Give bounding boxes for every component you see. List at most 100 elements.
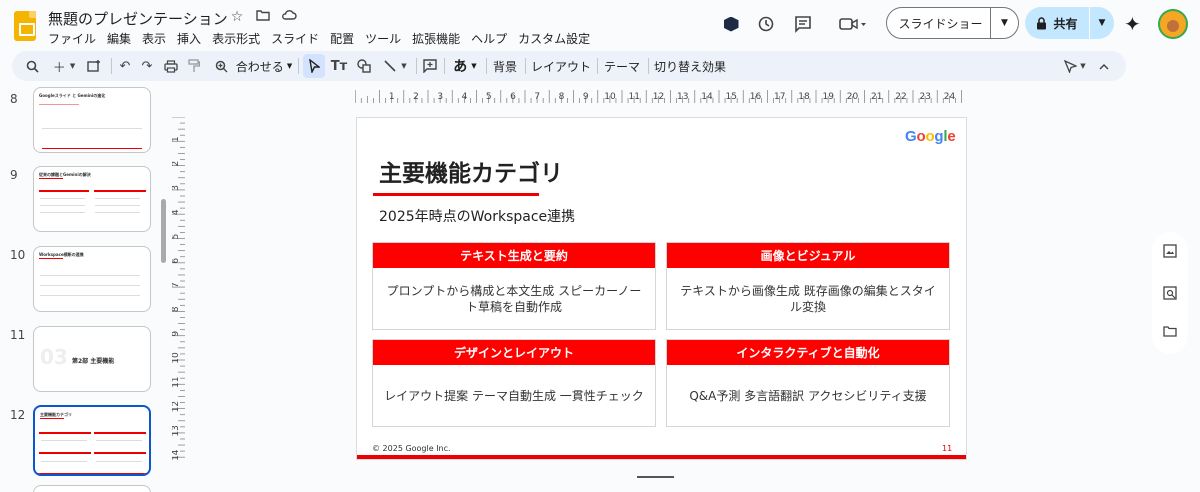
vertical-ruler[interactable]: 1234567891011121314	[172, 117, 185, 462]
filmstrip-scrollbar[interactable]	[161, 199, 166, 263]
ruler-label: 16	[750, 92, 762, 102]
speaker-notes-resize-handle[interactable]	[637, 476, 674, 478]
slide-thumbnail-11[interactable]: 03 第2部 主要機能	[33, 326, 151, 392]
line-tool-icon[interactable]: ▼	[379, 51, 411, 81]
move-folder-icon[interactable]	[255, 9, 271, 25]
ruler-label: 10	[604, 92, 616, 102]
ruler-label: 6	[510, 92, 516, 102]
slide-number: 12	[10, 408, 26, 422]
zoom-select[interactable]: 合わせる ▼	[235, 51, 293, 81]
thumb-section-number: 03	[40, 345, 68, 369]
collapse-toolbar-chevron-icon[interactable]	[1094, 51, 1114, 81]
theme-button[interactable]: テーマ	[602, 51, 642, 81]
toolbar-divider	[597, 58, 598, 74]
menu-arrange[interactable]: 配置	[330, 30, 354, 47]
horizontal-ruler[interactable]: 1234567891011121314151617181920212223242…	[355, 90, 967, 103]
redo-icon[interactable]: ↷	[138, 51, 156, 81]
slide-number: 10	[10, 248, 26, 262]
ruler-label: 3	[172, 185, 181, 191]
ruler-label: 8	[172, 306, 181, 312]
menu-edit[interactable]: 編集	[107, 30, 131, 47]
menu-bar: ファイル 編集 表示 挿入 表示形式 スライド 配置 ツール 拡張機能 ヘルプ …	[48, 30, 590, 47]
background-button[interactable]: 背景	[490, 51, 520, 81]
menu-help[interactable]: ヘルプ	[471, 30, 507, 47]
ruler-label: 24	[944, 92, 956, 102]
ruler-label: 7	[534, 92, 540, 102]
search-menus-icon[interactable]	[22, 51, 42, 81]
feature-card[interactable]: テキスト生成と要約 プロンプトから構成と本文生成 スピーカーノート草稿を自動作成	[372, 242, 656, 330]
ruler-label: 9	[583, 92, 589, 102]
slide-subtitle[interactable]: 2025年時点のWorkspace連携	[379, 206, 575, 226]
card-body: プロンプトから構成と本文生成 スピーカーノート草稿を自動作成	[386, 283, 642, 314]
toolbar-divider	[416, 58, 417, 74]
undo-icon[interactable]: ↶	[116, 51, 134, 81]
new-slide-layout-icon[interactable]	[84, 51, 104, 81]
google-logo: Google	[905, 128, 956, 145]
menu-insert[interactable]: 挿入	[177, 30, 201, 47]
menu-tools[interactable]: ツール	[365, 30, 401, 47]
transition-button[interactable]: 切り替え効果	[653, 51, 727, 81]
card-header: インタラクティブと自動化	[667, 340, 949, 365]
slide-canvas[interactable]: Google 主要機能カテゴリ 2025年時点のWorkspace連携 テキスト…	[356, 117, 967, 460]
cloud-status-icon[interactable]	[281, 9, 297, 25]
menu-slide[interactable]: スライド	[271, 30, 319, 47]
ruler-label: 2	[413, 92, 419, 102]
slide-thumbnail-9[interactable]: 従来の課題とGeminiの解決	[33, 166, 151, 232]
ruler-label: 8	[559, 92, 565, 102]
feature-card[interactable]: インタラクティブと自動化 Q&A予測 多言語翻訳 アクセシビリティ支援	[666, 339, 950, 427]
menu-custom-settings[interactable]: カスタム設定	[518, 30, 590, 47]
card-body: Q&A予測 多言語翻訳 アクセシビリティ支援	[689, 388, 927, 403]
share-main[interactable]: 共有	[1025, 15, 1089, 32]
text-box-icon[interactable]: Tт	[329, 51, 349, 81]
slideshow-label[interactable]: スライドショー	[887, 15, 990, 32]
share-dropdown-chevron-icon[interactable]: ▼	[1090, 18, 1114, 28]
feature-card[interactable]: デザインとレイアウト レイアウト提案 テーマ自動生成 一貫性チェック	[372, 339, 656, 427]
pen-mode-icon[interactable]: ▼	[1060, 51, 1090, 81]
slide-filmstrip: 8 Googleスライド と Geminiの進化 9 従来の課題とGeminiの…	[0, 85, 168, 492]
paint-format-icon[interactable]	[185, 51, 203, 81]
slideshow-dropdown-chevron-icon[interactable]: ▼	[991, 18, 1018, 28]
slide-thumbnail-8[interactable]: Googleスライド と Geminiの進化	[33, 87, 151, 153]
ruler-label: 13	[677, 92, 688, 102]
menu-view[interactable]: 表示	[142, 30, 166, 47]
image-search-icon[interactable]	[1163, 286, 1177, 300]
version-history-icon[interactable]	[756, 14, 776, 34]
slideshow-button[interactable]: スライドショー ▼	[886, 7, 1019, 39]
new-slide-plus-icon[interactable]: ＋ ▼	[49, 51, 79, 81]
menu-format[interactable]: 表示形式	[212, 30, 260, 47]
share-button[interactable]: 共有 ▼	[1025, 7, 1114, 39]
slide-thumbnail-12[interactable]: 主要機能カテゴリ	[33, 405, 151, 476]
comments-icon[interactable]	[793, 14, 813, 34]
insert-comment-icon[interactable]	[420, 51, 440, 81]
ruler-label: 12	[172, 401, 181, 412]
meet-video-icon[interactable]	[838, 14, 868, 34]
slides-logo-icon[interactable]	[14, 11, 36, 41]
layout-button[interactable]: レイアウト	[530, 51, 592, 81]
menu-extensions[interactable]: 拡張機能	[412, 30, 460, 47]
ruler-label: 18	[798, 92, 810, 102]
ruler-label: 7	[172, 282, 181, 288]
input-tools-button[interactable]: あ ▼	[449, 51, 481, 81]
folder-icon[interactable]	[1163, 324, 1177, 338]
star-icon[interactable]: ☆	[229, 9, 245, 25]
ruler-label: 5	[486, 92, 492, 102]
image-insert-icon[interactable]	[1163, 244, 1177, 258]
gemini-sparkle-icon[interactable]: ✦	[1124, 12, 1141, 36]
document-title[interactable]: 無題のプレゼンテーション	[48, 8, 228, 29]
ruler-label: 17	[774, 92, 785, 102]
print-icon[interactable]	[162, 51, 180, 81]
slide-title[interactable]: 主要機能カテゴリ	[379, 154, 563, 188]
feature-card[interactable]: 画像とビジュアル テキストから画像生成 既存画像の編集とスタイル変換	[666, 242, 950, 330]
slide-footer[interactable]: © 2025 Google Inc.	[372, 444, 451, 453]
slide-thumbnail-10[interactable]: Workspace横断の連携	[33, 246, 151, 312]
zoom-icon[interactable]	[212, 51, 230, 81]
slide-page-number[interactable]: 11	[942, 444, 952, 453]
menu-file[interactable]: ファイル	[48, 30, 96, 47]
shape-icon[interactable]	[355, 51, 373, 81]
avatar[interactable]	[1158, 9, 1188, 39]
slide-thumbnail-next[interactable]	[33, 485, 151, 492]
addon-hexagon-icon[interactable]	[721, 14, 741, 34]
select-cursor-icon[interactable]	[303, 54, 325, 78]
toolbar-divider	[648, 58, 649, 74]
ruler-label: 19	[823, 92, 835, 102]
